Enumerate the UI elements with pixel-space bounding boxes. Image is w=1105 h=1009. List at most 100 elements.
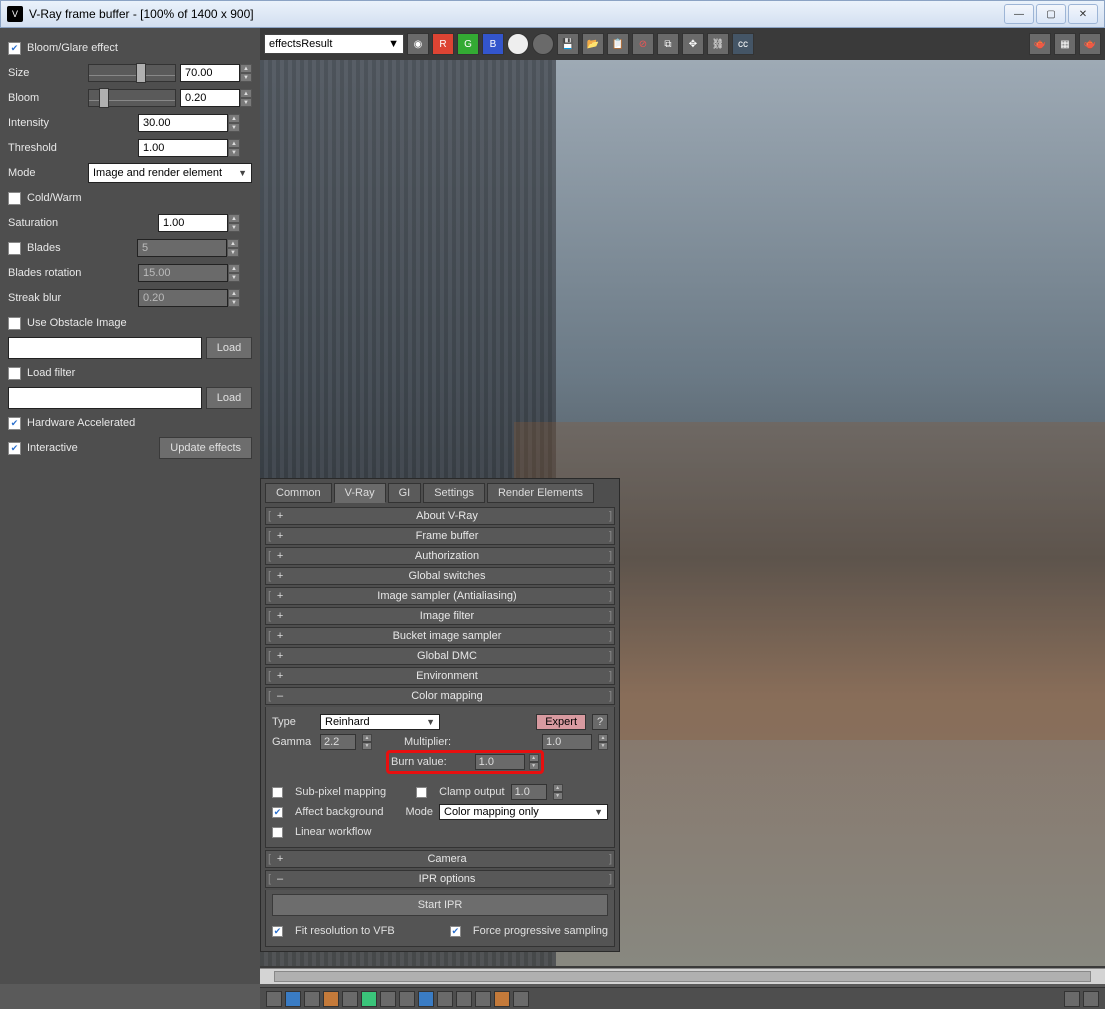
force-progressive-checkbox[interactable]: ✔ [450, 926, 461, 937]
duplicate-icon[interactable]: ⧉ [657, 33, 679, 55]
obstacle-path-input[interactable] [8, 337, 202, 359]
status-icon-9[interactable] [418, 991, 434, 1007]
size-input[interactable]: 70.00 [180, 64, 240, 82]
size-slider[interactable] [88, 64, 176, 82]
mono-channel-button[interactable] [532, 33, 554, 55]
blades-spinner[interactable]: ▲▼ [227, 239, 239, 257]
expert-button[interactable]: Expert [536, 714, 586, 730]
status-icon-10[interactable] [437, 991, 453, 1007]
filter-load-button[interactable]: Load [206, 387, 252, 409]
size-spinner[interactable]: ▲▼ [240, 64, 252, 82]
status-icon-6[interactable] [361, 991, 377, 1007]
tab-render-elements[interactable]: Render Elements [487, 483, 594, 503]
rgb-icon[interactable]: ◉ [407, 33, 429, 55]
teapot-region-icon[interactable]: 🫖 [1079, 33, 1101, 55]
rollout-ipr-options[interactable]: [–IPR options] [265, 870, 615, 888]
status-icon-right-1[interactable] [1064, 991, 1080, 1007]
red-channel-button[interactable]: R [432, 33, 454, 55]
blue-channel-button[interactable]: B [482, 33, 504, 55]
interactive-checkbox[interactable]: ✔ [8, 442, 21, 455]
rollout-image-filter[interactable]: [+Image filter] [265, 607, 615, 625]
rollout-camera[interactable]: [+Camera] [265, 850, 615, 868]
hw-accel-checkbox[interactable]: ✔ [8, 417, 21, 430]
bloom-slider[interactable] [88, 89, 176, 107]
close-button[interactable]: ✕ [1068, 4, 1098, 24]
cm-mode-select[interactable]: Color mapping only▼ [439, 804, 608, 820]
obstacle-load-button[interactable]: Load [206, 337, 252, 359]
burn-value-spinner[interactable]: ▲▼ [529, 754, 539, 770]
clamp-input[interactable]: 1.0 [511, 784, 547, 800]
status-icon-12[interactable] [475, 991, 491, 1007]
affect-bg-checkbox[interactable]: ✔ [272, 807, 283, 818]
coldwarm-checkbox[interactable]: ✔ [8, 192, 21, 205]
stop-icon[interactable]: ▦ [1054, 33, 1076, 55]
rollout-environment[interactable]: [+Environment] [265, 667, 615, 685]
status-icon-7[interactable] [380, 991, 396, 1007]
mode-select[interactable]: Image and render element▼ [88, 163, 252, 183]
blades-rotation-spinner[interactable]: ▲▼ [228, 264, 240, 282]
bloom-glare-checkbox[interactable]: ✔ [8, 42, 21, 55]
rollout-image-sampler[interactable]: [+Image sampler (Antialiasing)] [265, 587, 615, 605]
bloom-input[interactable]: 0.20 [180, 89, 240, 107]
minimize-button[interactable]: — [1004, 4, 1034, 24]
blades-checkbox[interactable]: ✔ [8, 242, 21, 255]
cm-type-select[interactable]: Reinhard▼ [320, 714, 440, 730]
status-icon-11[interactable] [456, 991, 472, 1007]
rollout-bucket-sampler[interactable]: [+Bucket image sampler] [265, 627, 615, 645]
tab-common[interactable]: Common [265, 483, 332, 503]
alpha-channel-button[interactable] [507, 33, 529, 55]
green-channel-button[interactable]: G [457, 33, 479, 55]
burn-value-input[interactable]: 1.0 [475, 754, 525, 770]
update-effects-button[interactable]: Update effects [159, 437, 252, 459]
status-icon-5[interactable] [342, 991, 358, 1007]
rollout-global-dmc[interactable]: [+Global DMC] [265, 647, 615, 665]
rollout-frame-buffer[interactable]: [+Frame buffer] [265, 527, 615, 545]
intensity-input[interactable]: 30.00 [138, 114, 228, 132]
obstacle-checkbox[interactable]: ✔ [8, 317, 21, 330]
tab-settings[interactable]: Settings [423, 483, 485, 503]
intensity-spinner[interactable]: ▲▼ [228, 114, 240, 132]
status-icon-1[interactable] [266, 991, 282, 1007]
multiplier-input[interactable]: 1.0 [542, 734, 592, 750]
status-icon-8[interactable] [399, 991, 415, 1007]
status-icon-13[interactable] [494, 991, 510, 1007]
status-icon-14[interactable] [513, 991, 529, 1007]
threshold-spinner[interactable]: ▲▼ [228, 139, 240, 157]
fit-resolution-checkbox[interactable]: ✔ [272, 926, 283, 937]
status-icon-2[interactable] [285, 991, 301, 1007]
clipboard-icon[interactable]: 📋 [607, 33, 629, 55]
rollout-color-mapping[interactable]: [–Color mapping] [265, 687, 615, 705]
open-icon[interactable]: 📂 [582, 33, 604, 55]
start-ipr-button[interactable]: Start IPR [272, 894, 608, 916]
clamp-spinner[interactable]: ▲▼ [553, 784, 563, 800]
gamma-spinner[interactable]: ▲▼ [362, 734, 372, 750]
link-pdp-icon[interactable]: ⛓ [707, 33, 729, 55]
rollout-global-switches[interactable]: [+Global switches] [265, 567, 615, 585]
gamma-input[interactable]: 2.2 [320, 734, 356, 750]
multiplier-spinner[interactable]: ▲▼ [598, 734, 608, 750]
saturation-input[interactable]: 1.00 [158, 214, 228, 232]
teapot-render-icon[interactable]: 🫖 [1029, 33, 1051, 55]
threshold-input[interactable]: 1.00 [138, 139, 228, 157]
channel-select[interactable]: effectsResult▼ [264, 34, 404, 54]
loadfilter-checkbox[interactable]: ✔ [8, 367, 21, 380]
clear-icon[interactable]: ⊘ [632, 33, 654, 55]
status-icon-4[interactable] [323, 991, 339, 1007]
filter-path-input[interactable] [8, 387, 202, 409]
clamp-checkbox[interactable]: ✔ [416, 787, 427, 798]
rollout-authorization[interactable]: [+Authorization] [265, 547, 615, 565]
horizontal-scrollbar[interactable] [260, 968, 1105, 984]
save-icon[interactable]: 💾 [557, 33, 579, 55]
tab-gi[interactable]: GI [388, 483, 422, 503]
color-corrections-icon[interactable]: cc [732, 33, 754, 55]
maximize-button[interactable]: ▢ [1036, 4, 1066, 24]
saturation-spinner[interactable]: ▲▼ [228, 214, 240, 232]
track-mouse-icon[interactable]: ✥ [682, 33, 704, 55]
subpixel-checkbox[interactable]: ✔ [272, 787, 283, 798]
rollout-about[interactable]: [+About V-Ray] [265, 507, 615, 525]
tab-vray[interactable]: V-Ray [334, 483, 386, 503]
status-icon-3[interactable] [304, 991, 320, 1007]
linear-workflow-checkbox[interactable]: ✔ [272, 827, 283, 838]
help-button[interactable]: ? [592, 714, 608, 730]
status-icon-right-2[interactable] [1083, 991, 1099, 1007]
